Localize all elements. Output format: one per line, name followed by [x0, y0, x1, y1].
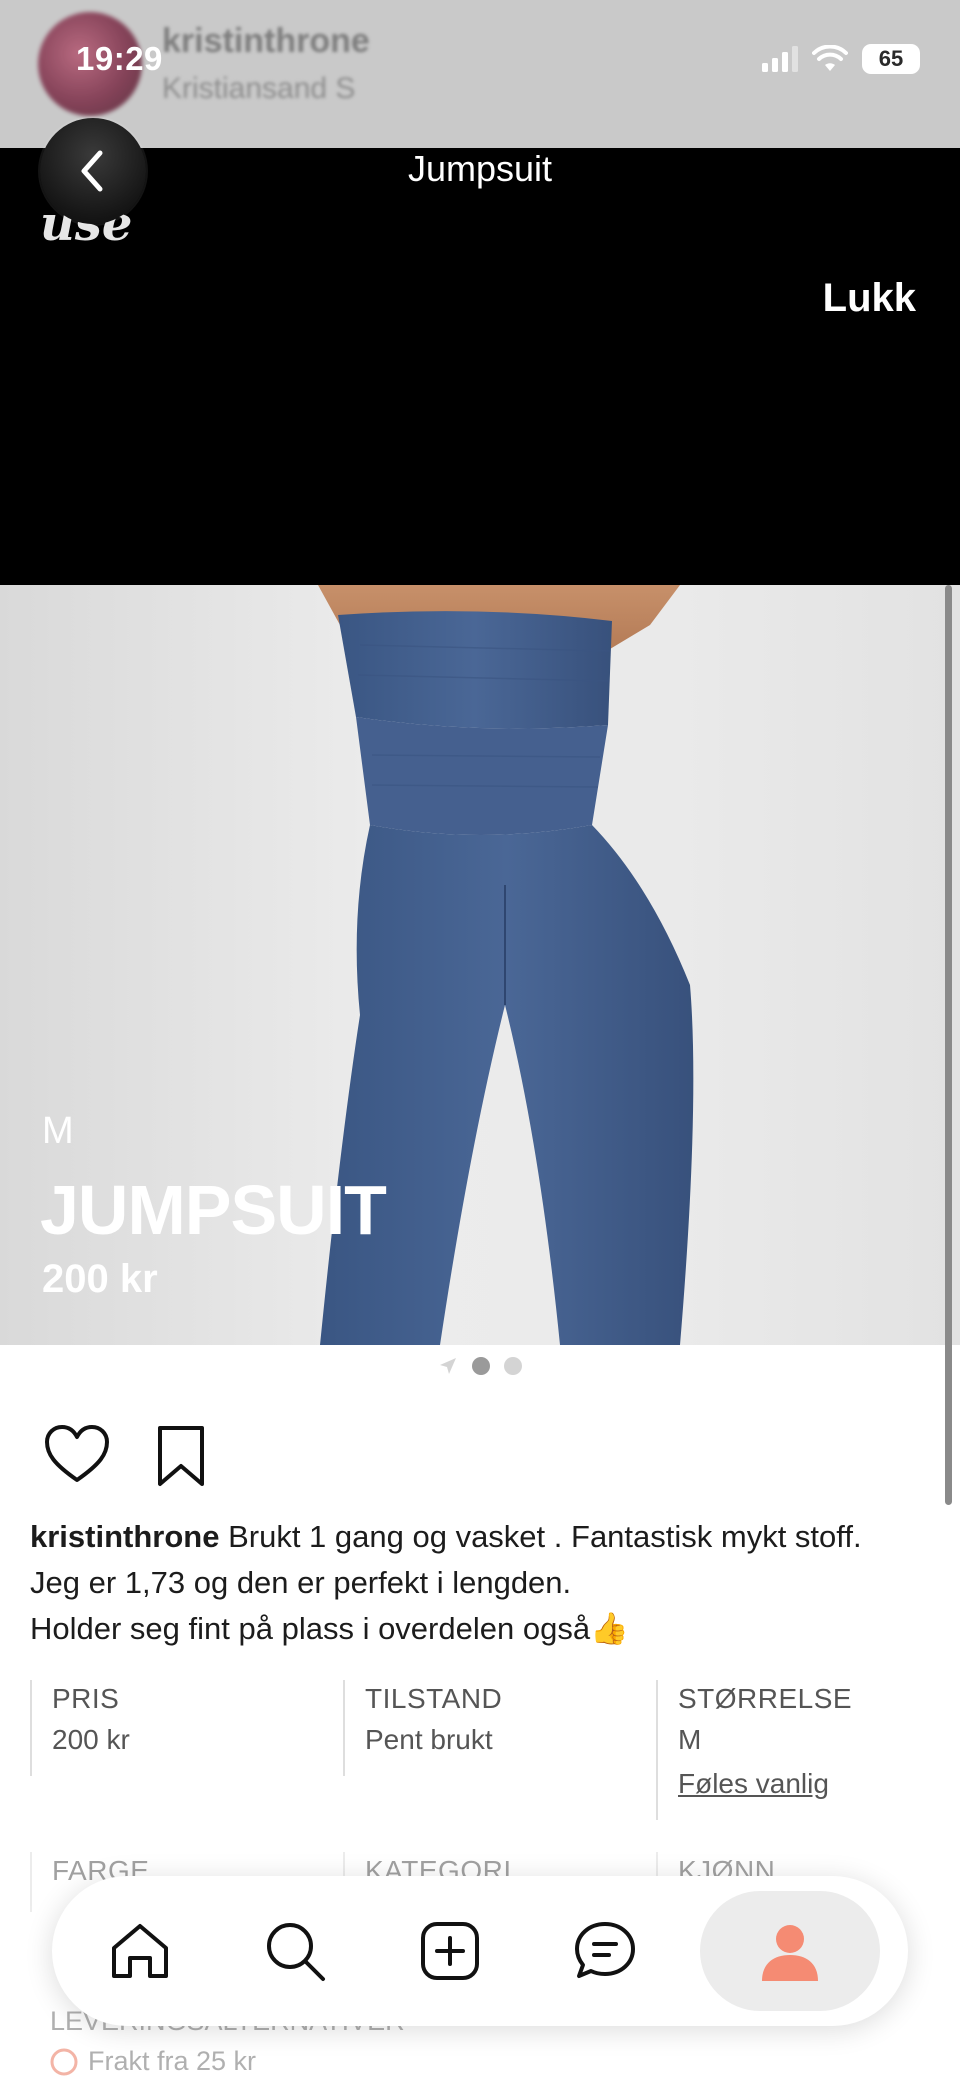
post-username[interactable]: kristinthrone: [30, 1519, 219, 1554]
product-price-overlay: 200 kr: [42, 1257, 158, 1301]
detail-value: Pent brukt: [365, 1724, 493, 1755]
post-description: kristinthrone Brukt 1 gang og vasket . F…: [30, 1514, 940, 1652]
profile-icon: [762, 1925, 819, 1981]
detail-value: 200 kr: [52, 1724, 130, 1755]
cellular-signal-icon: [762, 46, 798, 72]
description-text: Brukt 1 gang og vasket . Fantastisk mykt…: [219, 1519, 862, 1554]
shipping-fee: Frakt fra 25 kr: [50, 2046, 256, 2077]
product-size-overlay: M: [42, 1110, 74, 1152]
detail-size: STØRRELSE M Føles vanlig: [656, 1680, 956, 1820]
back-button[interactable]: [40, 118, 146, 224]
home-icon: [111, 1924, 168, 1978]
close-button[interactable]: Lukk: [823, 276, 916, 321]
detail-value: M: [678, 1724, 702, 1755]
messages-icon: [575, 1922, 636, 1978]
detail-condition: TILSTAND Pent brukt: [343, 1680, 643, 1776]
carousel-indicator: [0, 1356, 960, 1376]
bottom-navigation: [52, 1876, 908, 2026]
description-line: kristinthrone Brukt 1 gang og vasket . F…: [30, 1514, 940, 1560]
search-icon: [266, 1923, 325, 1981]
carousel-dot[interactable]: [472, 1357, 490, 1375]
shipping-icon: [50, 2048, 78, 2075]
wifi-icon: [812, 45, 848, 71]
carousel-dot[interactable]: [504, 1357, 522, 1375]
background-location: Kristiansand S: [162, 72, 356, 105]
detail-label: PRIS: [52, 1683, 120, 1714]
post-actions: [44, 1424, 208, 1488]
story-header-area: [0, 148, 960, 585]
chevron-left-icon: [81, 150, 103, 192]
bookmark-icon[interactable]: [154, 1424, 208, 1488]
description-line: Holder seg fint på plass i overdelen ogs…: [30, 1611, 629, 1646]
nav-messages[interactable]: [545, 1891, 665, 2011]
nav-search[interactable]: [235, 1891, 355, 2011]
product-image[interactable]: M JUMPSUIT 200 kr: [0, 585, 960, 1345]
shipping-fee-text: Frakt fra 25 kr: [88, 2046, 257, 2076]
battery-indicator: 65: [862, 44, 920, 74]
nav-add[interactable]: [390, 1891, 510, 2011]
background-username: kristinthrone: [162, 22, 370, 60]
description-line: Jeg er 1,73 og den er perfekt i lengden.: [30, 1565, 572, 1600]
status-icons: 65: [762, 44, 920, 74]
detail-label: STØRRELSE: [678, 1683, 853, 1714]
size-fit-link[interactable]: Føles vanlig: [678, 1762, 956, 1806]
detail-label: TILSTAND: [365, 1683, 503, 1714]
status-time: 19:29: [76, 40, 163, 77]
nav-profile[interactable]: [700, 1891, 881, 2011]
location-arrow-icon: [440, 1358, 456, 1374]
heart-icon[interactable]: [44, 1424, 110, 1484]
add-icon: [420, 1922, 479, 1980]
detail-price: PRIS 200 kr: [30, 1680, 330, 1776]
nav-home[interactable]: [80, 1891, 200, 2011]
product-name-overlay: JUMPSUIT: [40, 1171, 387, 1249]
